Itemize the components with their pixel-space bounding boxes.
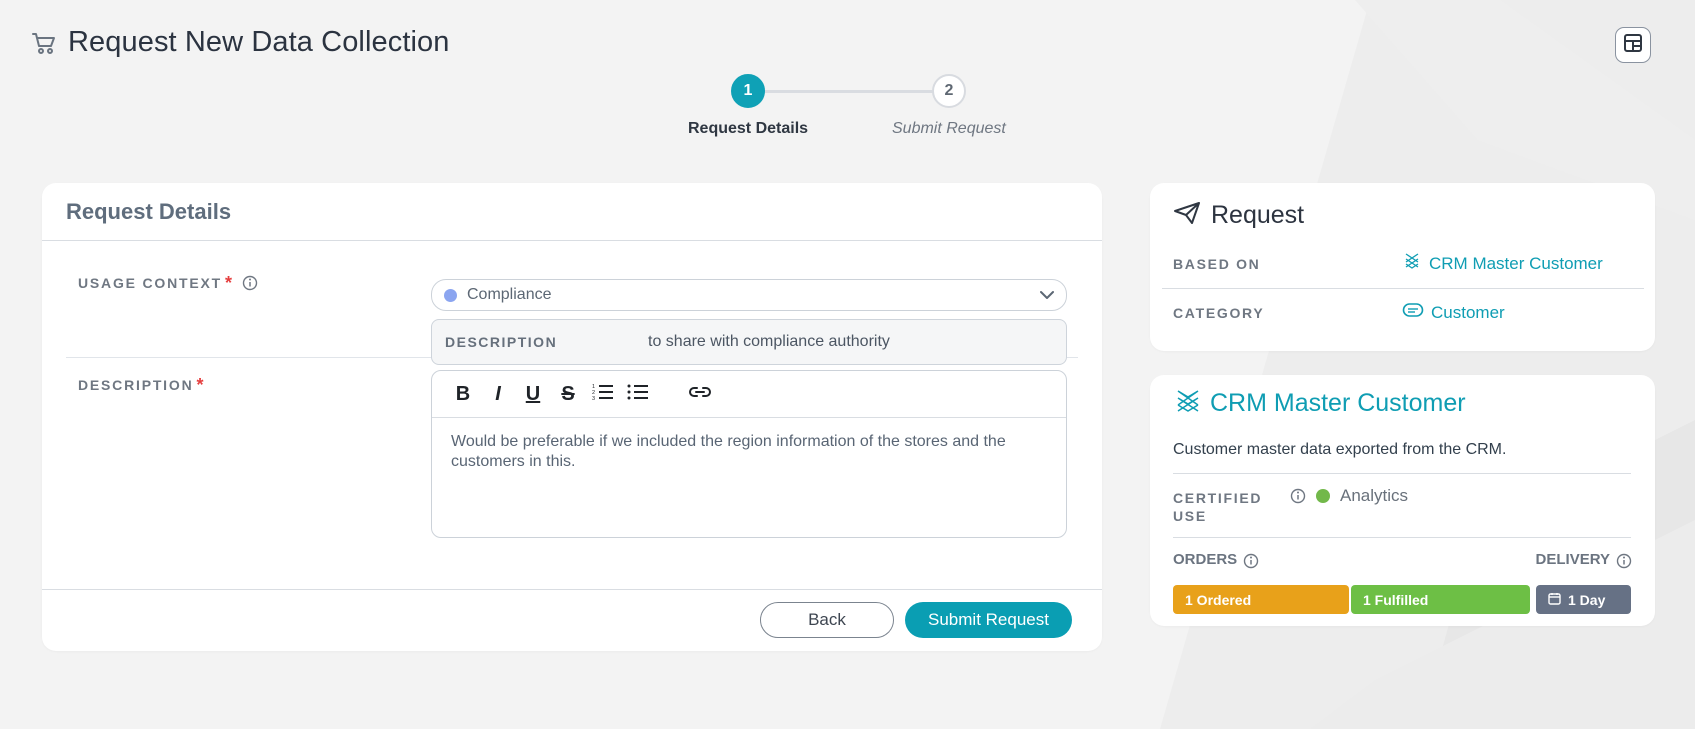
info-icon[interactable] [1290, 488, 1306, 504]
delivery-badge: 1 Day [1536, 585, 1631, 614]
request-details-header: Request Details [42, 183, 1102, 241]
italic-button[interactable]: I [485, 381, 511, 407]
stepper: 1 2 Request Details Submit Request [680, 74, 1020, 144]
bold-button[interactable]: B [450, 381, 476, 407]
certified-use-label: CERTIFIED USE [1173, 490, 1263, 524]
certified-use-value: Analytics [1290, 486, 1408, 506]
info-icon[interactable] [1243, 552, 1259, 568]
request-summary-divider [1162, 288, 1644, 289]
description-editor[interactable]: B I U S 1 2 3 Would be preferable if we … [431, 370, 1067, 538]
info-icon[interactable] [242, 275, 258, 291]
description-text: DESCRIPTION [78, 377, 194, 393]
request-summary-card: Request BASED ON CRM Master Customer CAT… [1150, 183, 1655, 351]
back-button[interactable]: Back [760, 602, 894, 638]
chevron-down-icon [1038, 286, 1056, 304]
category-label: CATEGORY [1173, 304, 1265, 321]
underline-icon: U [525, 383, 541, 405]
product-summary-header: CRM Master Customer [1174, 387, 1466, 420]
strikethrough-icon: S [561, 383, 575, 405]
step-2-circle: 2 [932, 74, 966, 108]
crm-product-icon [1402, 251, 1422, 276]
bold-icon: B [455, 383, 471, 405]
description-row: DESCRIPTION * B I U S 1 2 3 Would be pre… [66, 358, 1078, 568]
tag-icon [1402, 302, 1424, 323]
ordered-badge: 1 Ordered [1173, 585, 1349, 614]
request-details-card: Request Details USAGE CONTEXT * Complian… [42, 183, 1102, 651]
description-editor-content[interactable]: Would be preferable if we included the r… [432, 418, 1066, 486]
ordered-list-button[interactable]: 1 2 3 [590, 381, 616, 407]
layout-toggle-button[interactable] [1615, 27, 1651, 63]
category-link[interactable]: Customer [1402, 302, 1505, 323]
page-title: Request New Data Collection [68, 26, 450, 58]
link-icon [688, 383, 712, 405]
underline-button[interactable]: U [520, 381, 546, 407]
strikethrough-button[interactable]: S [555, 381, 581, 407]
ordered-list-icon: 1 2 3 [592, 382, 614, 406]
based-on-value: CRM Master Customer [1429, 253, 1603, 273]
usage-context-selected-value: Compliance [467, 286, 552, 303]
request-summary-title: Request [1211, 201, 1305, 229]
category-row: CATEGORY Customer [1173, 302, 1643, 323]
usage-context-description-label: DESCRIPTION [445, 334, 558, 350]
product-summary-card: CRM Master Customer Customer master data… [1150, 375, 1655, 626]
certified-use-analytics: Analytics [1340, 486, 1409, 505]
product-divider-bottom [1173, 537, 1631, 538]
delivery-badge-text: 1 Day [1568, 591, 1606, 608]
usage-context-description-value: to share with compliance authority [648, 333, 890, 350]
usage-context-color-dot [444, 288, 457, 302]
layout-grid-icon [1623, 33, 1643, 58]
bullet-list-button[interactable] [625, 381, 651, 407]
stepper-connector [747, 90, 949, 93]
category-value: Customer [1431, 302, 1505, 322]
svg-text:3: 3 [592, 396, 595, 402]
based-on-link[interactable]: CRM Master Customer [1402, 251, 1603, 276]
orders-label: ORDERS [1173, 551, 1259, 568]
bullet-list-icon [627, 382, 649, 406]
product-title[interactable]: CRM Master Customer [1210, 389, 1466, 418]
page-root: Request New Data Collection 1 2 Request … [0, 0, 1695, 729]
editor-toolbar: B I U S 1 2 3 [432, 371, 1066, 418]
crm-product-icon [1174, 387, 1202, 420]
request-summary-header: Request [1173, 201, 1304, 230]
based-on-label: BASED ON [1173, 255, 1261, 272]
step-1-circle: 1 [731, 74, 765, 108]
usage-context-label: USAGE CONTEXT * [78, 274, 258, 292]
delivery-label: DELIVERY [1536, 551, 1632, 568]
step-1-label: Request Details [688, 120, 809, 137]
based-on-row: BASED ON CRM Master Customer [1173, 251, 1643, 276]
shopping-cart-icon [30, 29, 58, 57]
required-asterisk: * [196, 375, 206, 395]
product-description: Customer master data exported from the C… [1173, 441, 1507, 458]
description-label: DESCRIPTION * [78, 376, 211, 394]
usage-context-row: USAGE CONTEXT * Compliance DESCRIPTION t… [66, 241, 1078, 365]
link-button[interactable] [687, 381, 713, 407]
section-title: Request Details [66, 198, 232, 224]
submit-request-button[interactable]: Submit Request [905, 602, 1072, 638]
request-details-footer: Back Submit Request [42, 589, 1102, 651]
fulfilled-badge: 1 Fulfilled [1351, 585, 1530, 614]
usage-context-select[interactable]: Compliance [431, 279, 1067, 311]
page-header: Request New Data Collection [30, 26, 450, 59]
orders-text: ORDERS [1173, 551, 1238, 568]
step-2-label: Submit Request [892, 120, 1006, 137]
usage-context-text: USAGE CONTEXT [78, 275, 222, 291]
italic-icon: I [495, 383, 501, 405]
paper-plane-icon [1173, 201, 1201, 230]
product-divider-top [1173, 473, 1631, 474]
required-asterisk: * [224, 273, 234, 293]
analytics-status-dot [1316, 489, 1330, 503]
info-icon[interactable] [1616, 552, 1632, 568]
delivery-text: DELIVERY [1535, 551, 1610, 568]
calendar-icon [1548, 592, 1561, 608]
